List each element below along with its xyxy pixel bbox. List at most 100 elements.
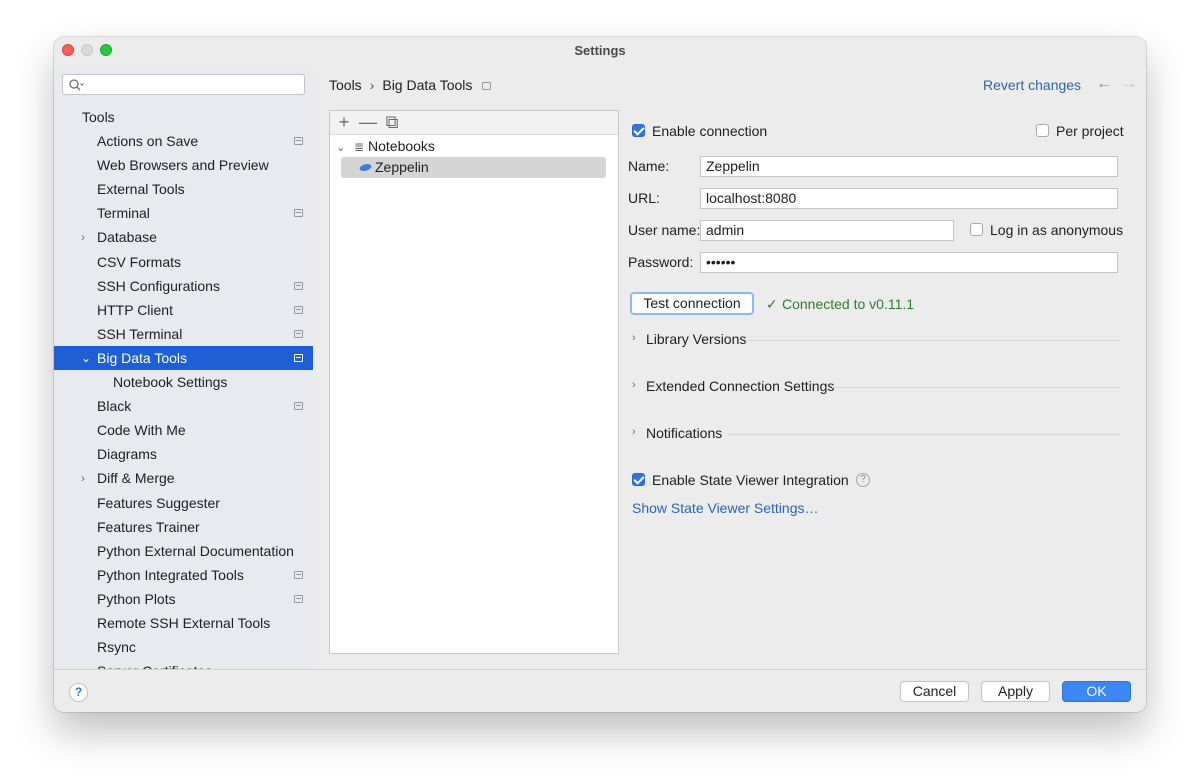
project-scope-icon <box>294 305 303 314</box>
test-connection-button[interactable]: Test connection <box>630 292 754 315</box>
connection-status-text: Connected to v0.11.1 <box>782 296 915 312</box>
name-field[interactable]: Zeppelin <box>700 156 1118 177</box>
section-title: Extended Connection Settings <box>646 378 835 394</box>
sidebar-item-server-certificates[interactable]: Server Certificates <box>54 659 313 669</box>
sidebar-item-actions-on-save[interactable]: Actions on Save <box>54 129 313 153</box>
search-input[interactable] <box>87 76 299 93</box>
sidebar-item-rsync[interactable]: Rsync <box>54 635 313 659</box>
sidebar-item-label: Terminal <box>97 205 150 222</box>
sidebar-item-label: Code With Me <box>97 422 186 439</box>
list-icon: ≣ <box>354 140 365 154</box>
project-scope-icon <box>294 281 303 290</box>
breadcrumb-parent[interactable]: Tools <box>329 77 362 93</box>
state-viewer-checkbox[interactable] <box>632 473 645 486</box>
sidebar-item-terminal[interactable]: Terminal <box>54 201 313 225</box>
notifications-section[interactable]: › Notifications <box>632 425 1120 443</box>
revert-changes-link[interactable]: Revert changes <box>983 77 1081 93</box>
sidebar-item-tools[interactable]: Tools <box>54 105 313 129</box>
sidebar-item-label: Tools <box>82 109 115 125</box>
settings-tree: Tools Actions on Save Web Browsers and P… <box>54 105 313 669</box>
project-scope-icon <box>294 353 303 362</box>
sidebar-item-web-browsers[interactable]: Web Browsers and Preview <box>54 153 313 177</box>
sidebar-item-big-data-tools[interactable]: ⌄ Big Data Tools <box>54 345 313 371</box>
help-button[interactable]: ? <box>69 683 88 702</box>
state-viewer-settings-link[interactable]: Show State Viewer Settings… <box>632 500 819 516</box>
help-icon[interactable]: ? <box>856 473 870 487</box>
forward-arrow-icon[interactable]: → <box>1121 75 1137 93</box>
username-label: User name: <box>628 222 701 238</box>
copy-icon[interactable]: ⧉ <box>382 113 402 133</box>
chevron-down-icon[interactable]: ⌄ <box>81 346 93 370</box>
tree-node-notebooks[interactable]: ⌄ ≣ Notebooks <box>336 136 435 157</box>
per-project-checkbox[interactable] <box>1036 124 1049 137</box>
enable-connection-checkbox[interactable] <box>632 124 645 137</box>
sidebar-item-diff-merge[interactable]: › Diff & Merge <box>54 466 313 490</box>
sidebar-item-label: Rsync <box>97 639 136 656</box>
zeppelin-icon <box>359 164 372 171</box>
sidebar-item-features-trainer[interactable]: Features Trainer <box>54 515 313 539</box>
section-divider <box>748 340 1120 341</box>
name-label: Name: <box>628 158 670 174</box>
cancel-button[interactable]: Cancel <box>900 681 969 702</box>
remove-icon[interactable]: — <box>358 113 378 133</box>
sidebar-item-notebook-settings[interactable]: Notebook Settings <box>54 370 313 394</box>
checkmark-icon: ✓ <box>766 296 778 312</box>
connections-panel: + — ⧉ ⌄ ≣ Notebooks Zeppelin <box>329 110 619 654</box>
sidebar-item-ssh-terminal[interactable]: SSH Terminal <box>54 322 313 346</box>
extended-connection-settings-section[interactable]: › Extended Connection Settings <box>632 378 1120 396</box>
sidebar-item-label: SSH Terminal <box>97 325 183 342</box>
tree-node-label: Zeppelin <box>375 159 429 175</box>
sidebar-item-label: Web Browsers and Preview <box>97 157 269 174</box>
anonymous-checkbox[interactable] <box>970 223 983 236</box>
username-field[interactable]: admin <box>700 220 954 241</box>
sidebar-item-database[interactable]: › Database <box>54 225 313 249</box>
sidebar-item-code-with-me[interactable]: Code With Me <box>54 418 313 442</box>
chevron-right-icon[interactable]: › <box>81 225 93 249</box>
sidebar-item-label: Features Suggester <box>97 494 220 511</box>
sidebar-item-label: Server Certificates <box>97 659 212 669</box>
breadcrumb: Tools › Big Data Tools <box>329 77 492 93</box>
sidebar-item-remote-ssh-external-tools[interactable]: Remote SSH External Tools <box>54 611 313 635</box>
sidebar-item-features-suggester[interactable]: Features Suggester <box>54 491 313 515</box>
sidebar-item-label: HTTP Client <box>97 301 173 318</box>
window-title: Settings <box>574 43 626 58</box>
project-scope-icon <box>294 137 303 146</box>
chevron-down-icon[interactable]: ⌄ <box>336 138 350 159</box>
breadcrumb-current: Big Data Tools <box>382 77 473 93</box>
url-field[interactable]: localhost:8080 <box>700 188 1118 209</box>
dialog-footer: ? Cancel Apply OK <box>54 669 1146 712</box>
ok-button[interactable]: OK <box>1062 681 1131 702</box>
tree-node-zeppelin[interactable]: Zeppelin <box>341 157 606 178</box>
sidebar-item-python-plots[interactable]: Python Plots <box>54 587 313 611</box>
sidebar-item-label: Python External Documentation <box>97 542 294 559</box>
chevron-right-icon[interactable]: › <box>81 466 93 490</box>
anonymous-label: Log in as anonymous <box>990 222 1124 238</box>
enable-connection-label: Enable connection <box>652 123 768 139</box>
section-divider <box>832 387 1120 388</box>
sidebar-item-external-tools[interactable]: External Tools <box>54 177 313 201</box>
settings-sidebar: Tools Actions on Save Web Browsers and P… <box>54 69 313 669</box>
section-divider <box>728 434 1120 435</box>
chevron-right-icon: › <box>632 379 636 391</box>
back-arrow-icon[interactable]: ← <box>1096 75 1112 93</box>
sidebar-item-python-external-docs[interactable]: Python External Documentation <box>54 539 313 563</box>
sidebar-item-ssh-configurations[interactable]: SSH Configurations <box>54 274 313 298</box>
sidebar-item-diagrams[interactable]: Diagrams <box>54 442 313 466</box>
apply-button[interactable]: Apply <box>981 681 1050 702</box>
sidebar-item-label: Actions on Save <box>97 133 199 150</box>
sidebar-item-label: Features Trainer <box>97 518 200 535</box>
project-scope-icon <box>294 594 303 603</box>
sidebar-item-http-client[interactable]: HTTP Client <box>54 298 313 322</box>
library-versions-section[interactable]: › Library Versions <box>632 331 1120 349</box>
sidebar-item-black[interactable]: Black <box>54 394 313 418</box>
sidebar-item-python-integrated-tools[interactable]: Python Integrated Tools <box>54 563 313 587</box>
password-label: Password: <box>628 254 694 270</box>
sidebar-item-label: CSV Formats <box>97 253 182 270</box>
project-scope-icon <box>294 329 303 338</box>
url-label: URL: <box>628 190 660 206</box>
sidebar-item-csv-formats[interactable]: CSV Formats <box>54 250 313 274</box>
search-box[interactable] <box>62 74 305 95</box>
password-field[interactable]: •••••• <box>700 252 1118 273</box>
add-icon[interactable]: + <box>334 113 354 133</box>
title-bar: Settings <box>54 37 1146 63</box>
